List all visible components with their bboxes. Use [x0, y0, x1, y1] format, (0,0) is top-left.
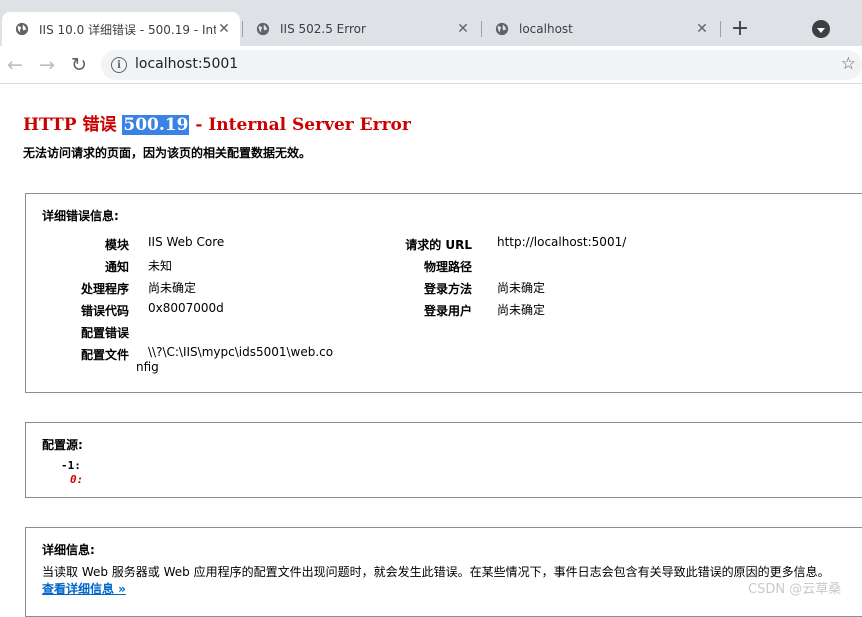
star-icon[interactable]: ☆: [841, 54, 856, 74]
close-icon[interactable]: ✕: [455, 21, 471, 37]
label-error-code: 错误代码: [80, 304, 129, 318]
info-icon[interactable]: i: [111, 57, 127, 73]
chevron-down-icon[interactable]: [812, 20, 830, 38]
address-text: localhost:5001: [135, 56, 239, 72]
config-line-minus1: -1:: [61, 459, 81, 472]
page-title: HTTP 错误 500.19 - Internal Server Error: [23, 110, 411, 135]
back-arrow-icon[interactable]: ←: [3, 53, 27, 77]
label-handler: 处理程序: [80, 282, 129, 296]
reload-icon[interactable]: ↻: [67, 53, 91, 77]
config-line-0: 0:: [70, 473, 84, 486]
value-request-url: http://localhost:5001/: [497, 235, 627, 249]
label-config-error: 配置错误: [80, 326, 129, 340]
tab-localhost[interactable]: localhost ✕: [482, 12, 718, 46]
tab-iis-502-5[interactable]: IIS 502.5 Error ✕: [243, 12, 479, 46]
value-config-file-line2: nfig: [136, 360, 159, 374]
tab-iis-500-19[interactable]: IIS 10.0 详细错误 - 500.19 - Internal Server…: [2, 12, 240, 46]
detail-box-title: 详细错误信息:: [42, 209, 119, 223]
tab-title: localhost: [519, 22, 573, 36]
config-box-title: 配置源:: [42, 438, 83, 452]
label-request-url: 请求的 URL: [405, 238, 472, 252]
globe-icon: [494, 21, 510, 37]
plus-icon[interactable]: +: [728, 17, 752, 41]
page-content: HTTP 错误 500.19 - Internal Server Error 无…: [0, 84, 862, 617]
value-notification: 未知: [148, 259, 173, 273]
page-subtitle: 无法访问请求的页面，因为该页的相关配置数据无效。: [23, 146, 312, 160]
title-prefix: HTTP 错误: [23, 115, 123, 135]
tab-divider: [720, 21, 721, 37]
value-module: IIS Web Core: [148, 235, 225, 249]
label-logon-method: 登录方法: [423, 282, 472, 296]
close-icon[interactable]: ✕: [216, 21, 232, 37]
view-more-info-link[interactable]: 查看详细信息 »: [42, 580, 126, 597]
title-suffix: - Internal Server Error: [189, 115, 411, 135]
more-info-text: 当读取 Web 服务器或 Web 应用程序的配置文件出现问题时，就会发生此错误。…: [42, 565, 830, 579]
label-module: 模块: [104, 238, 129, 252]
config-source-box: 配置源: -1: 0:: [25, 422, 862, 498]
label-logon-user: 登录用户: [423, 304, 472, 318]
tab-title: IIS 502.5 Error: [280, 22, 366, 36]
error-code-selected: 500.19: [122, 115, 190, 135]
value-error-code: 0x8007000d: [148, 301, 224, 315]
value-logon-user: 尚未确定: [497, 303, 546, 317]
tab-strip: IIS 10.0 详细错误 - 500.19 - Internal Server…: [0, 0, 862, 46]
globe-icon: [14, 21, 30, 37]
tab-title: IIS 10.0 详细错误 - 500.19 - Internal Server…: [39, 22, 216, 37]
browser-toolbar: ← → ↻ i localhost:5001 ☆: [0, 46, 862, 84]
label-notification: 通知: [104, 260, 129, 274]
detail-error-box: 详细错误信息: 模块 IIS Web Core 通知 未知 处理程序 尚未确定 …: [25, 193, 862, 393]
watermark-text: CSDN @云草桑: [748, 582, 842, 597]
close-icon[interactable]: ✕: [694, 21, 710, 37]
globe-icon: [255, 21, 271, 37]
forward-arrow-icon[interactable]: →: [35, 53, 59, 77]
address-bar[interactable]: i localhost:5001 ☆: [101, 50, 862, 80]
label-config-file: 配置文件: [80, 348, 129, 362]
value-handler: 尚未确定: [148, 281, 197, 295]
value-config-file-line1: \\?\C:\IIS\mypc\ids5001\web.co: [148, 345, 334, 359]
label-physical-path: 物理路径: [423, 260, 472, 274]
value-logon-method: 尚未确定: [497, 281, 546, 295]
more-box-title: 详细信息:: [42, 543, 95, 557]
